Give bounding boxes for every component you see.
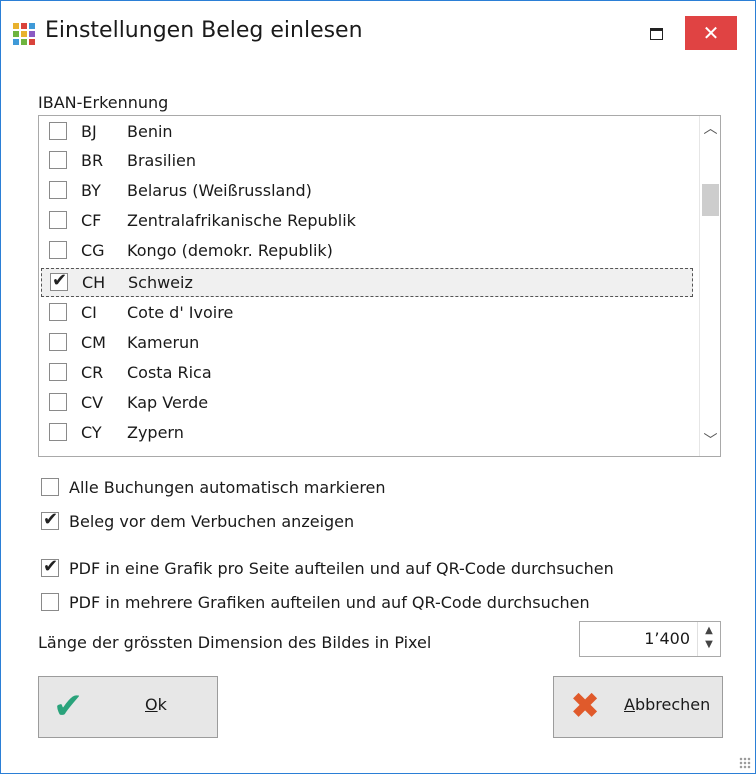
checkbox[interactable] xyxy=(49,303,67,321)
ok-button[interactable]: ✔ Ok xyxy=(38,676,218,738)
dialog-body: IBAN-Erkennung BJ Benin BR Brasilien BY … xyxy=(1,63,755,773)
country-name: Schweiz xyxy=(128,273,193,292)
list-item[interactable]: BR Brasilien xyxy=(41,147,693,176)
pdf-per-page-label: PDF in eine Grafik pro Seite aufteilen u… xyxy=(69,559,614,578)
country-name: Kongo (demokr. Republik) xyxy=(127,241,333,260)
checkbox[interactable] xyxy=(49,423,67,441)
list-item[interactable]: BY Belarus (Weißrussland) xyxy=(41,177,693,206)
country-code: CR xyxy=(81,363,104,382)
checkbox[interactable] xyxy=(49,241,67,259)
country-name: Cote d' Ivoire xyxy=(127,303,234,322)
cancel-label: Abbrechen xyxy=(624,695,711,714)
country-code: BR xyxy=(81,151,104,170)
scroll-down-icon[interactable]: ﹀ xyxy=(700,430,720,454)
country-code: CF xyxy=(81,211,102,230)
checkbox[interactable] xyxy=(49,333,67,351)
iban-country-list[interactable]: BJ Benin BR Brasilien BY Belarus (Weißru… xyxy=(38,115,721,457)
vertical-scrollbar[interactable]: ︿ ﹀ xyxy=(699,116,720,456)
spinner-arrows[interactable]: ▲ ▼ xyxy=(697,622,720,656)
iban-section-label: IBAN-Erkennung xyxy=(38,93,169,112)
auto-mark-checkbox[interactable] xyxy=(41,478,59,496)
scrollbar-thumb[interactable] xyxy=(702,184,719,216)
dimension-value[interactable]: 1’400 xyxy=(644,629,690,648)
country-code: CG xyxy=(81,241,105,260)
country-name: Costa Rica xyxy=(127,363,212,382)
window-title: Einstellungen Beleg einlesen xyxy=(45,18,363,43)
ok-label: Ok xyxy=(145,695,167,714)
country-code: CI xyxy=(81,303,97,322)
country-name: Kamerun xyxy=(127,333,200,352)
list-item[interactable]: CM Kamerun xyxy=(41,329,693,358)
country-name: Belarus (Weißrussland) xyxy=(127,181,312,200)
checkbox[interactable] xyxy=(49,181,67,199)
scroll-up-icon[interactable]: ︿ xyxy=(700,118,720,142)
close-button[interactable]: ✕ xyxy=(685,16,737,50)
maximize-button[interactable] xyxy=(633,16,679,50)
list-item[interactable]: CR Costa Rica xyxy=(41,359,693,388)
checkbox[interactable] xyxy=(49,151,67,169)
list-item[interactable]: BJ Benin xyxy=(41,118,693,147)
show-receipt-label: Beleg vor dem Verbuchen anzeigen xyxy=(69,512,355,531)
checkmark-icon: ✔ xyxy=(53,686,84,727)
checkmark-icon: ✔ xyxy=(43,509,59,530)
pdf-per-page-checkbox[interactable]: ✔ xyxy=(41,556,59,577)
list-item[interactable]: CY Zypern xyxy=(41,419,693,448)
country-name: Benin xyxy=(127,122,173,141)
country-code: CV xyxy=(81,393,104,412)
dimension-label: Länge der grössten Dimension des Bildes … xyxy=(38,633,432,652)
resize-grip-icon[interactable] xyxy=(739,757,751,769)
close-icon: ✕ xyxy=(702,21,720,45)
checkmark-icon: ✔ xyxy=(52,270,68,291)
list-item[interactable]: CF Zentralafrikanische Republik xyxy=(41,207,693,236)
country-code: CM xyxy=(81,333,106,352)
spin-down-icon[interactable]: ▼ xyxy=(702,639,716,653)
cancel-button[interactable]: ✖ Abbrechen xyxy=(553,676,723,738)
checkbox[interactable]: ✔ xyxy=(50,270,68,291)
country-code: BY xyxy=(81,181,101,200)
pdf-multiple-label: PDF in mehrere Grafiken aufteilen und au… xyxy=(69,593,590,612)
dimension-spinner[interactable]: 1’400 ▲ ▼ xyxy=(579,621,721,657)
checkbox[interactable] xyxy=(49,122,67,140)
country-name: Zentralafrikanische Republik xyxy=(127,211,356,230)
country-code: BJ xyxy=(81,122,97,141)
checkbox[interactable] xyxy=(49,393,67,411)
dialog-window: Einstellungen Beleg einlesen ✕ IBAN-Erke… xyxy=(0,0,756,774)
checkmark-icon: ✔ xyxy=(43,556,59,577)
list-item[interactable]: CV Kap Verde xyxy=(41,389,693,418)
x-mark-icon: ✖ xyxy=(570,686,601,727)
title-bar[interactable]: Einstellungen Beleg einlesen ✕ xyxy=(1,1,755,63)
country-code: CH xyxy=(82,273,106,292)
list-item[interactable]: CI Cote d' Ivoire xyxy=(41,299,693,328)
country-code: CY xyxy=(81,423,102,442)
auto-mark-label: Alle Buchungen automatisch markieren xyxy=(69,478,386,497)
list-item-selected[interactable]: ✔ CH Schweiz xyxy=(41,268,693,297)
country-name: Brasilien xyxy=(127,151,197,170)
country-name: Kap Verde xyxy=(127,393,209,412)
maximize-icon xyxy=(650,28,663,40)
spin-up-icon[interactable]: ▲ xyxy=(702,625,716,639)
pdf-multiple-checkbox[interactable] xyxy=(41,593,59,611)
checkbox[interactable] xyxy=(49,363,67,381)
checkbox[interactable] xyxy=(49,211,67,229)
app-grid-icon xyxy=(13,23,35,45)
show-receipt-checkbox[interactable]: ✔ xyxy=(41,509,59,530)
country-name: Zypern xyxy=(127,423,184,442)
list-item[interactable]: CG Kongo (demokr. Republik) xyxy=(41,237,693,266)
